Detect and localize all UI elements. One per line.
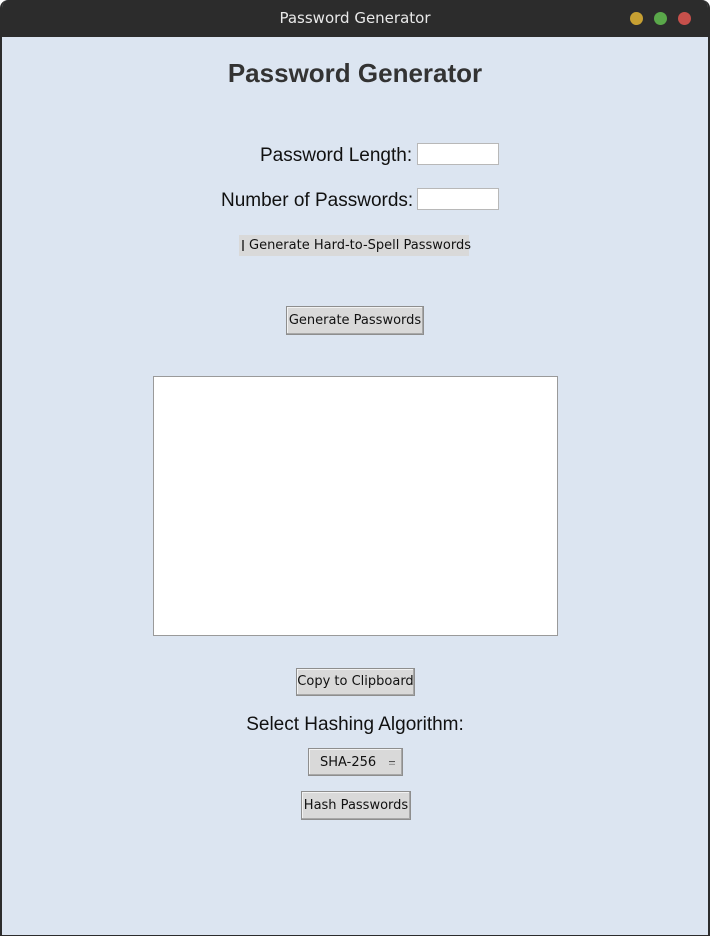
checkbox-icon[interactable] <box>242 240 244 251</box>
maximize-button[interactable] <box>654 12 667 25</box>
hash-passwords-button[interactable]: Hash Passwords <box>301 791 411 820</box>
password-length-label: Password Length: <box>260 145 413 166</box>
option-menu-indicator-icon <box>389 761 395 765</box>
passwords-output-textarea[interactable] <box>153 376 558 636</box>
generate-passwords-button[interactable]: Generate Passwords <box>286 306 424 335</box>
minimize-button[interactable] <box>630 12 643 25</box>
hashing-algorithm-select[interactable]: SHA-256 <box>308 748 403 776</box>
password-count-input[interactable] <box>417 188 499 210</box>
title-bar[interactable]: Password Generator <box>2 0 708 37</box>
close-button[interactable] <box>678 12 691 25</box>
page-title: Password Generator <box>227 58 483 88</box>
hashing-algorithm-value: SHA-256 <box>320 755 377 770</box>
window-title: Password Generator <box>279 9 431 27</box>
app-window: Password Generator Password Generator Pa… <box>0 0 710 936</box>
password-count-label: Number of Passwords: <box>221 190 414 211</box>
hard-to-spell-checkbox[interactable]: Generate Hard-to-Spell Passwords <box>239 235 471 256</box>
copy-to-clipboard-button[interactable]: Copy to Clipboard <box>296 668 415 696</box>
hashing-algorithm-label: Select Hashing Algorithm: <box>246 714 464 735</box>
hard-to-spell-label: Generate Hard-to-Spell Passwords <box>249 238 471 253</box>
password-length-input[interactable] <box>417 143 499 165</box>
